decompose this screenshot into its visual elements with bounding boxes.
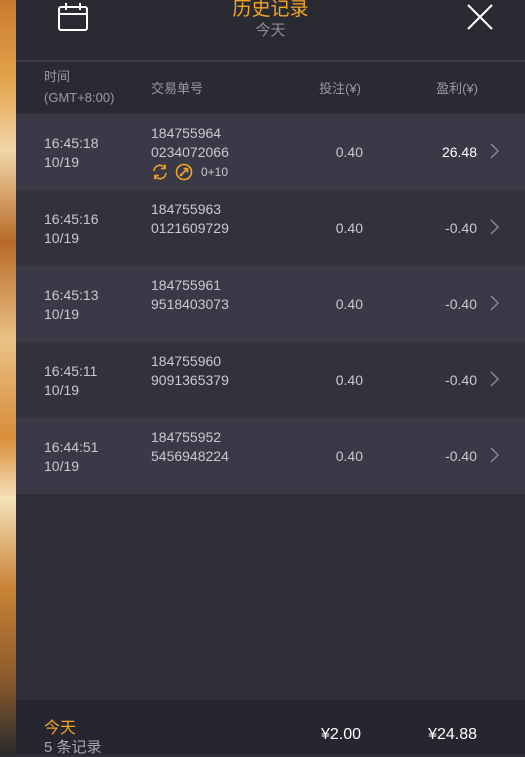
bonus-info: 0+10 xyxy=(151,163,228,181)
record-row[interactable]: 16:44:51 10/19 184755952 5456948224 0.40… xyxy=(16,418,525,494)
trade-no-part1: 184755961 xyxy=(151,277,222,293)
total-bet: ¥2.00 xyxy=(320,726,361,743)
record-bet: 0.40 xyxy=(335,220,363,236)
record-date: 10/19 xyxy=(44,230,80,246)
refresh-icon xyxy=(153,164,167,180)
record-row[interactable]: 16:45:16 10/19 184755963 0121609729 0.40… xyxy=(16,190,525,266)
bonus-count: 0+10 xyxy=(201,165,229,179)
trade-no-part2: 0121609729 xyxy=(151,220,229,236)
record-date: 10/19 xyxy=(44,382,80,398)
free-spin-icon xyxy=(175,163,193,181)
record-time: 16:45:18 xyxy=(44,135,99,151)
record-count: 5 条记录 xyxy=(44,739,102,756)
column-profit: 盈利(¥) xyxy=(436,81,478,96)
record-date: 10/19 xyxy=(44,458,80,474)
date-filter-label: 今天 xyxy=(255,22,286,39)
chevron-right-icon xyxy=(490,143,499,159)
chevron-right-icon xyxy=(490,371,499,387)
record-time-cell: 16:45:18 10/19 xyxy=(44,134,99,172)
chevron-right-icon xyxy=(490,219,499,235)
record-time-cell: 16:45:16 10/19 xyxy=(44,210,99,248)
trade-no-part2: 9518403073 xyxy=(151,296,229,312)
record-row[interactable]: 16:45:11 10/19 184755960 9091365379 0.40… xyxy=(16,342,525,418)
trade-no-part1: 184755963 xyxy=(151,201,222,217)
column-bet: 投注(¥) xyxy=(319,81,361,96)
record-bet: 0.40 xyxy=(335,144,363,160)
record-time-cell: 16:45:11 10/19 xyxy=(44,362,97,400)
record-date: 10/19 xyxy=(44,306,80,322)
record-bet: 0.40 xyxy=(335,372,363,388)
page-title: 历史记录 xyxy=(232,0,309,20)
trade-no-part1: 184755964 xyxy=(151,125,222,141)
column-trade-no: 交易单号 xyxy=(151,81,204,96)
record-time: 16:44:51 xyxy=(44,439,99,455)
record-trade-cell: 184755963 0121609729 xyxy=(151,200,229,238)
column-time: 时间 xyxy=(44,69,71,84)
record-date: 10/19 xyxy=(44,154,80,170)
background-image-strip xyxy=(0,0,16,755)
record-profit: -0.40 xyxy=(445,372,477,388)
record-time: 16:45:13 xyxy=(44,287,99,303)
history-panel: 历史记录 今天 时间 (GMT+8:00) 交易单号 投注(¥) 盈利(¥) 1… xyxy=(16,0,525,756)
total-profit: ¥24.88 xyxy=(428,726,477,743)
record-time-cell: 16:45:13 10/19 xyxy=(44,286,99,324)
record-trade-cell: 184755961 9518403073 xyxy=(151,276,229,314)
record-bet: 0.40 xyxy=(335,448,363,464)
record-profit: -0.40 xyxy=(445,220,477,236)
record-trade-cell: 184755964 0234072066 xyxy=(151,124,229,162)
record-profit: -0.40 xyxy=(445,448,477,464)
record-time: 16:45:11 xyxy=(44,363,98,379)
trade-no-part2: 5456948224 xyxy=(151,448,229,464)
trade-no-part2: 9091365379 xyxy=(151,372,229,388)
close-icon[interactable] xyxy=(464,1,496,33)
chevron-right-icon xyxy=(490,295,499,311)
record-trade-cell: 184755960 9091365379 xyxy=(151,352,229,390)
record-trade-cell: 184755952 5456948224 xyxy=(151,428,229,466)
record-bet: 0.40 xyxy=(335,296,363,312)
summary-period: 今天 xyxy=(44,720,77,737)
chevron-right-icon xyxy=(490,447,499,463)
summary-footer: 今天 5 条记录 ¥2.00 ¥24.88 xyxy=(16,700,525,756)
trade-no-part2: 0234072066 xyxy=(151,144,229,160)
record-row[interactable]: 16:45:18 10/19 184755964 0234072066 0+10… xyxy=(16,114,525,190)
column-header: 时间 (GMT+8:00) 交易单号 投注(¥) 盈利(¥) xyxy=(16,62,525,112)
record-profit: 26.48 xyxy=(441,144,477,160)
record-time-cell: 16:44:51 10/19 xyxy=(44,438,99,476)
record-profit: -0.40 xyxy=(445,296,477,312)
record-row[interactable]: 16:45:13 10/19 184755961 9518403073 0.40… xyxy=(16,266,525,342)
trade-no-part1: 184755952 xyxy=(151,429,222,445)
record-list: 16:45:18 10/19 184755964 0234072066 0+10… xyxy=(16,114,525,494)
column-timezone: (GMT+8:00) xyxy=(44,90,115,105)
trade-no-part1: 184755960 xyxy=(151,353,222,369)
record-time: 16:45:16 xyxy=(44,211,99,227)
header: 历史记录 今天 xyxy=(16,0,525,62)
